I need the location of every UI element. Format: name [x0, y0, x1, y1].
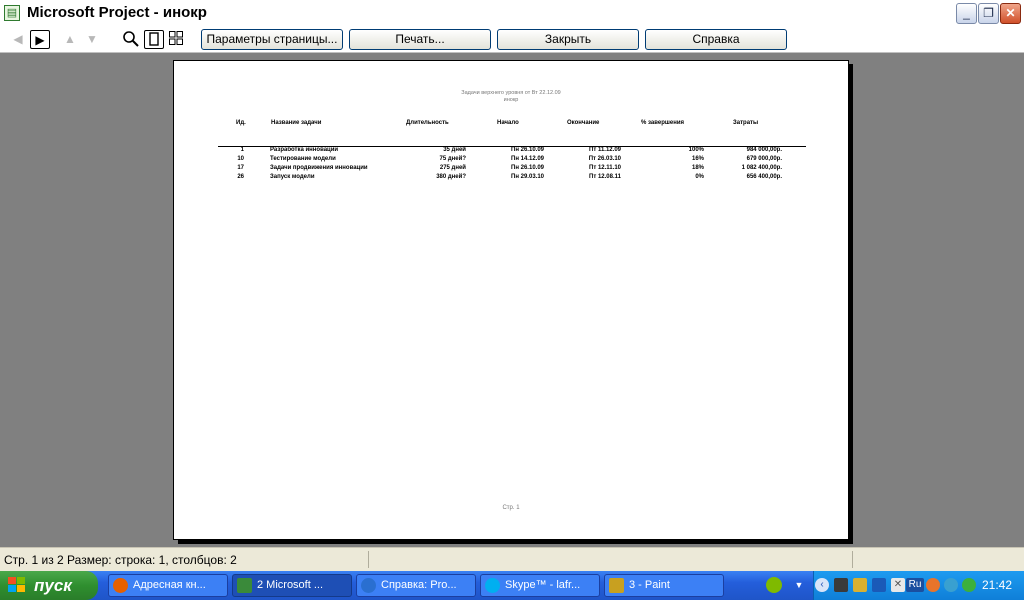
print-button[interactable]: Печать...: [349, 29, 491, 50]
multiple-pages-icon[interactable]: [166, 30, 186, 49]
taskbar-item-paint[interactable]: 3 - Paint: [604, 574, 724, 597]
cell-finish: Пт 12.11.10: [589, 165, 621, 171]
print-preview-toolbar: ◀ ▶ ▲ ▼ Параметры страницы... Печать... …: [0, 27, 1024, 53]
monitor-icon[interactable]: [834, 578, 848, 592]
column-header-cost: Затраты: [733, 120, 759, 126]
taskbar-item-label: 3 - Paint: [629, 579, 670, 591]
taskbar-item-ms-project[interactable]: 2 Microsoft ...: [232, 574, 352, 597]
column-header-percent: % завершения: [641, 120, 685, 126]
cell-id: 10: [237, 156, 244, 162]
cell-name: Задачи продвижения инновации: [270, 165, 368, 171]
page-setup-button[interactable]: Параметры страницы...: [201, 29, 343, 50]
cell-start: Пн 14.12.09: [511, 156, 544, 162]
wifi-icon[interactable]: [962, 578, 976, 592]
cell-duration: 275 дней: [439, 165, 466, 171]
taskbar-item-label: Адресная кн...: [133, 579, 206, 591]
ms-project-icon: [237, 578, 252, 593]
cell-percent: 16%: [691, 156, 704, 162]
taskbar-item-address-book[interactable]: Адресная кн...: [108, 574, 228, 597]
taskbar-item-label: Skype™ - lafr...: [505, 579, 581, 591]
network-icon[interactable]: [872, 578, 886, 592]
cell-cost: 1 082 400,00р.: [741, 165, 782, 171]
cell-id: 17: [237, 165, 244, 171]
column-header-name: Название задачи: [271, 120, 322, 126]
report-subtitle: инокр: [503, 97, 519, 103]
chevron-down-icon[interactable]: ▼: [792, 578, 806, 592]
column-header-start: Начало: [497, 120, 519, 126]
cell-id: 1: [240, 147, 244, 153]
column-header-id: Ид.: [236, 120, 246, 126]
start-label: пуск: [34, 576, 72, 595]
taskbar-item-label: 2 Microsoft ...: [257, 579, 324, 591]
cell-name: Разработка инновации: [270, 147, 339, 153]
close-icon[interactable]: ✕: [891, 578, 905, 592]
cell-id: 26: [237, 174, 244, 180]
taskbar: пуск Адресная кн... 2 Microsoft ... Спра…: [0, 571, 1024, 600]
arrow-left-icon[interactable]: ◀: [8, 30, 28, 49]
taskbar-item-skype[interactable]: Skype™ - lafr...: [480, 574, 600, 597]
pencil-icon[interactable]: [853, 578, 867, 592]
cell-cost: 679 000,00р.: [746, 156, 782, 162]
cell-start: Пн 26.10.09: [511, 165, 544, 171]
ms-project-icon: ▤: [4, 5, 20, 21]
firefox-icon: [113, 578, 128, 593]
zoom-icon[interactable]: [121, 30, 141, 49]
cell-start: Пн 26.10.09: [511, 147, 544, 153]
page-footer: Стр. 1: [502, 505, 520, 511]
cell-start: Пн 29.03.10: [511, 174, 544, 180]
cell-name: Запуск модели: [270, 174, 315, 180]
arrow-down-icon[interactable]: ▼: [82, 30, 102, 49]
clock[interactable]: 21:42: [982, 578, 1012, 592]
cell-finish: Пт 26.03.10: [588, 156, 621, 162]
cell-duration: 75 дней?: [439, 156, 466, 162]
show-hidden-icons-icon[interactable]: ‹: [815, 578, 829, 592]
arrow-right-icon[interactable]: ▶: [30, 30, 50, 49]
arrow-up-icon[interactable]: ▲: [60, 30, 80, 49]
cell-cost: 984 000,00р.: [746, 147, 782, 153]
restore-button[interactable]: ❐: [978, 3, 999, 24]
update-icon[interactable]: [944, 578, 958, 592]
cell-name: Тестирование модели: [270, 156, 336, 162]
close-preview-button[interactable]: Закрыть: [497, 29, 639, 50]
paint-icon: [609, 578, 624, 593]
window-title: Microsoft Project - инокр: [27, 4, 207, 21]
minimize-button[interactable]: _: [956, 3, 977, 24]
windows-logo-icon: [8, 577, 26, 594]
cell-percent: 18%: [691, 165, 704, 171]
cell-percent: 0%: [695, 174, 704, 180]
status-bar: Стр. 1 из 2 Размер: строка: 1, столбцов:…: [0, 547, 1024, 572]
report-title: Задачи верхнего уровня от Вт 22.12.09: [461, 90, 561, 96]
cell-finish: Пт 11.12.09: [589, 147, 621, 153]
taskbar-item-help[interactable]: Справка: Pro...: [356, 574, 476, 597]
language-indicator[interactable]: Ru: [906, 578, 924, 592]
status-divider: [852, 551, 853, 568]
skype-icon: [485, 578, 500, 593]
cell-duration: 380 дней?: [436, 174, 466, 180]
cell-finish: Пт 12.08.11: [589, 174, 621, 180]
close-window-button[interactable]: ✕: [1000, 3, 1021, 24]
status-text: Стр. 1 из 2 Размер: строка: 1, столбцов:…: [4, 553, 237, 567]
status-divider: [368, 551, 369, 568]
start-button[interactable]: пуск: [0, 571, 98, 600]
column-header-duration: Длительность: [406, 120, 449, 126]
help-icon: [361, 578, 376, 593]
cell-percent: 100%: [688, 147, 704, 153]
cell-cost: 656 400,00р.: [746, 174, 782, 180]
help-button[interactable]: Справка: [645, 29, 787, 50]
windows-live-icon[interactable]: [766, 577, 782, 593]
cell-duration: 35 дней: [443, 147, 466, 153]
column-header-finish: Окончание: [567, 120, 600, 126]
antivirus-icon[interactable]: [926, 578, 940, 592]
title-bar: ▤ Microsoft Project - инокр _ ❐ ✕: [0, 0, 1024, 28]
taskbar-item-label: Справка: Pro...: [381, 579, 457, 591]
single-page-icon[interactable]: [144, 30, 164, 49]
report-page: Задачи верхнего уровня от Вт 22.12.09 ин…: [173, 60, 849, 540]
